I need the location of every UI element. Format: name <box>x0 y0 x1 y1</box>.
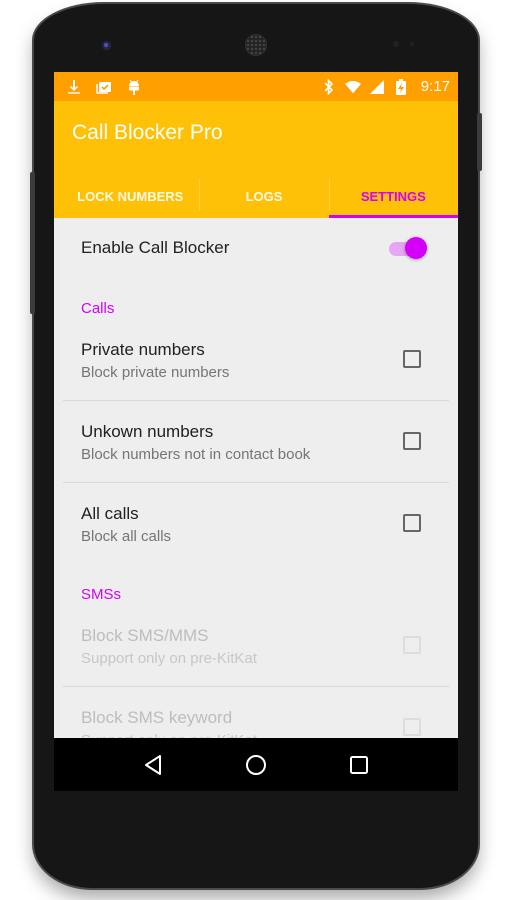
earpiece-speaker <box>245 34 267 56</box>
front-camera <box>102 41 111 50</box>
tab-label: SETTINGS <box>360 189 426 204</box>
download-icon <box>66 79 82 95</box>
navigation-bar <box>54 738 458 791</box>
back-icon <box>145 754 162 775</box>
power-button <box>477 113 482 171</box>
pref-all-calls[interactable]: All calls Block all calls <box>54 492 458 574</box>
block-sms-mms-checkbox <box>403 636 421 654</box>
tab-label: LOCK NUMBERS <box>77 189 184 204</box>
clock: 9:17 <box>420 78 450 95</box>
private-numbers-checkbox[interactable] <box>403 350 421 368</box>
enable-call-blocker-row[interactable]: Enable Call Blocker <box>54 218 458 280</box>
home-button[interactable] <box>236 745 276 785</box>
light-sensor <box>410 42 414 46</box>
recents-icon <box>349 755 368 774</box>
app-title: Call Blocker Pro <box>72 121 223 144</box>
tab-logs[interactable]: LOGS <box>199 175 328 218</box>
pref-summary: Block private numbers <box>81 364 230 381</box>
pref-title: Unkown numbers <box>81 422 214 441</box>
divider <box>63 482 449 483</box>
tab-block-numbers[interactable]: LOCK NUMBERS <box>54 175 199 218</box>
section-header-smss: SMSs <box>81 586 122 603</box>
pref-title: Block SMS keyword <box>81 708 233 727</box>
home-icon <box>245 754 266 775</box>
status-bar: 9:17 <box>54 72 458 101</box>
pref-summary: Block all calls <box>81 528 172 545</box>
pref-unknown-numbers[interactable]: Unkown numbers Block numbers not in cont… <box>54 410 458 492</box>
unknown-numbers-checkbox[interactable] <box>403 432 421 450</box>
android-icon <box>126 79 142 95</box>
divider <box>63 400 449 401</box>
pref-summary: Support only on pre-KitKat <box>81 650 257 667</box>
recents-button[interactable] <box>339 745 379 785</box>
tab-settings[interactable]: SETTINGS <box>328 175 458 218</box>
wifi-icon <box>344 79 361 95</box>
section-header-calls: Calls <box>81 300 115 317</box>
pref-title: Private numbers <box>81 340 205 359</box>
back-button[interactable] <box>133 745 173 785</box>
screen: 9:17 Call Blocker Pro LOCK NUMBERS LOGS … <box>54 72 458 791</box>
pref-summary: Block numbers not in contact book <box>81 446 311 463</box>
tab-label: LOGS <box>245 189 283 204</box>
battery-charging-icon <box>393 78 409 95</box>
tab-bar: LOCK NUMBERS LOGS SETTINGS <box>54 175 458 218</box>
signal-icon <box>369 79 385 95</box>
pref-block-sms-mms: Block SMS/MMS Support only on pre-KitKat <box>54 614 458 696</box>
task-check-icon <box>96 79 112 95</box>
app-bar: Call Blocker Pro LOCK NUMBERS LOGS SETTI… <box>54 101 458 218</box>
pref-private-numbers[interactable]: Private numbers Block private numbers <box>54 328 458 410</box>
all-calls-checkbox[interactable] <box>403 514 421 532</box>
enable-call-blocker-label: Enable Call Blocker <box>81 238 230 257</box>
block-sms-keyword-checkbox <box>403 718 421 736</box>
pref-title: Block SMS/MMS <box>81 626 209 645</box>
volume-button <box>30 172 35 314</box>
proximity-sensor <box>393 41 399 47</box>
pref-title: All calls <box>81 504 139 523</box>
enable-call-blocker-switch[interactable] <box>389 235 429 261</box>
divider <box>63 686 449 687</box>
bluetooth-icon <box>321 78 337 95</box>
switch-thumb <box>405 237 427 259</box>
